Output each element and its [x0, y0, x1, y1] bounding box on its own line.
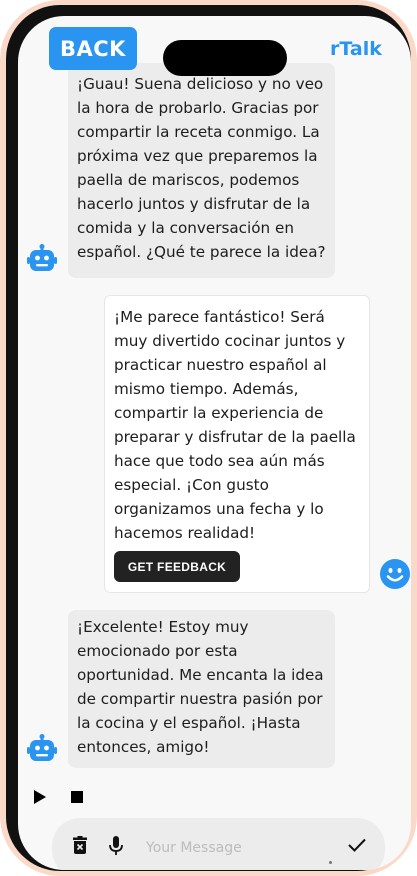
dynamic-island	[163, 40, 287, 76]
bot-message-bubble: ¡Guau! Suena delicioso y no veo la hora …	[68, 63, 335, 278]
trash-icon[interactable]	[73, 836, 87, 854]
get-feedback-button[interactable]: GET FEEDBACK	[114, 551, 240, 582]
app-screen: BACK rTalk ¡Guau! Suena delicioso y no v…	[18, 16, 411, 870]
robot-icon	[27, 244, 57, 271]
robot-icon	[27, 734, 57, 761]
stop-icon[interactable]	[71, 791, 83, 803]
play-icon[interactable]	[34, 790, 46, 804]
checkmark-icon[interactable]	[348, 838, 366, 852]
user-message-text: ¡Me parece fantástico! Será muy divertid…	[114, 308, 356, 542]
microphone-icon[interactable]	[109, 836, 123, 856]
device-frame: BACK rTalk ¡Guau! Suena delicioso y no v…	[0, 0, 417, 876]
bot-message-bubble: ¡Excelente! Estoy muy emocionado por est…	[68, 610, 335, 768]
message-composer	[52, 818, 385, 870]
smiley-icon	[380, 559, 410, 589]
scroll-indicator	[329, 861, 332, 864]
device-bezel: BACK rTalk ¡Guau! Suena delicioso y no v…	[6, 5, 411, 871]
back-button[interactable]: BACK	[49, 27, 137, 70]
bot-message-text: ¡Guau! Suena delicioso y no veo la hora …	[77, 75, 326, 261]
user-message-bubble: ¡Me parece fantástico! Será muy divertid…	[104, 295, 370, 593]
bot-message-text: ¡Excelente! Estoy muy emocionado por est…	[77, 618, 324, 756]
app-logo: rTalk	[330, 38, 382, 60]
message-input[interactable]	[144, 832, 318, 864]
